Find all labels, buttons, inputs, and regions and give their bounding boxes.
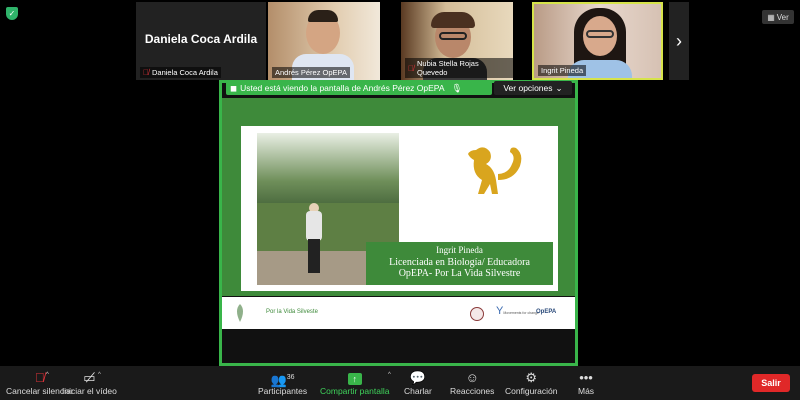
chat-bubble-icon: 💬 bbox=[409, 370, 427, 385]
chat-button[interactable]: 💬 Charlar bbox=[404, 369, 432, 396]
view-options-button[interactable]: Ver opciones ⌄ bbox=[494, 81, 572, 95]
university-seal-icon bbox=[470, 307, 484, 321]
view-button-label: Ver bbox=[776, 12, 789, 22]
settings-button[interactable]: ⚙ Configuración bbox=[505, 369, 557, 396]
audio-options-caret-icon[interactable]: ^ bbox=[46, 372, 49, 378]
participant-name-label: 🎙̸ Nubia Stella Rojas Quevedo bbox=[405, 58, 513, 78]
grid-icon: ▦ bbox=[767, 12, 775, 22]
mic-muted-icon: 🎙̸ bbox=[408, 63, 414, 73]
participant-hair bbox=[308, 10, 338, 22]
more-button[interactable]: ••• Más bbox=[578, 369, 594, 396]
leaf-logo-icon bbox=[237, 304, 243, 322]
photo-person-shirt bbox=[306, 211, 322, 241]
viewing-screen-icon: ◼ bbox=[230, 82, 238, 93]
share-options-caret-icon[interactable]: ^ bbox=[388, 372, 391, 378]
video-options-caret-icon[interactable]: ^ bbox=[98, 372, 101, 378]
participant-tile-andres[interactable]: Andrés Pérez OpEPA bbox=[268, 2, 380, 80]
caption-name: Ingrit Pineda bbox=[436, 245, 483, 255]
participant-name-label: Ingrit Pineda bbox=[538, 65, 587, 76]
screen-share-banner: ◼ Usted está viendo la pantalla de André… bbox=[226, 81, 492, 95]
next-participants-chevron-icon[interactable]: › bbox=[669, 2, 689, 80]
slide-footer-strip: Por la Vida Silveste YMovements for chan… bbox=[222, 297, 575, 329]
participant-tile-daniela[interactable]: Daniela Coca Ardila 🎙̸ Daniela Coca Ardil… bbox=[136, 2, 266, 80]
security-shield-icon[interactable]: ✓ bbox=[6, 7, 18, 20]
exit-meeting-button[interactable]: Salir bbox=[752, 374, 790, 392]
participant-tile-ingrit-active-speaker[interactable]: Ingrit Pineda bbox=[532, 2, 663, 80]
opepa-logo: OpEPA bbox=[536, 309, 557, 315]
footer-text: Por la Vida Silveste bbox=[266, 309, 318, 315]
participant-hair bbox=[431, 12, 475, 28]
photo-sky-trees bbox=[257, 133, 399, 213]
caption-role: Licenciada en Biología/ Educadora bbox=[389, 256, 530, 268]
meeting-toolbar: 🎙̸ Cancelar silenciar ^ ▭̸ Iniciar el ví… bbox=[0, 366, 800, 400]
mic-muted-icon: 🎙̸ bbox=[143, 68, 149, 77]
participant-display-name: Daniela Coca Ardila bbox=[144, 32, 258, 46]
video-off-icon: ▭̸ bbox=[83, 370, 96, 385]
reaction-emoji-icon: ☺ bbox=[465, 370, 479, 385]
gear-icon: ⚙ bbox=[525, 370, 538, 385]
start-video-button[interactable]: ▭̸ Iniciar el vídeo bbox=[62, 369, 117, 396]
movements-logo-icon: YMovements for change bbox=[496, 305, 539, 317]
more-dots-icon: ••• bbox=[579, 370, 593, 385]
photo-person-legs bbox=[308, 239, 320, 273]
participants-button[interactable]: 👥36 Participantes bbox=[258, 369, 307, 396]
participant-tile-nubia[interactable]: 🎙̸ Nubia Stella Rojas Quevedo bbox=[401, 2, 513, 80]
participant-name-label: 🎙̸ Daniela Coca Ardila bbox=[140, 67, 221, 78]
share-screen-button[interactable]: ↑ Compartir pantalla bbox=[320, 369, 389, 396]
banner-text: Usted está viendo la pantalla de Andrés … bbox=[240, 83, 445, 93]
slide-caption-box: Ingrit Pineda Licenciada en Biología/ Ed… bbox=[366, 242, 553, 285]
reactions-button[interactable]: ☺ Reacciones bbox=[450, 369, 494, 396]
share-screen-icon: ↑ bbox=[347, 373, 362, 385]
view-button[interactable]: ▦ Ver bbox=[762, 10, 794, 24]
mic-muted-icon: 🎙̸ bbox=[34, 370, 45, 385]
chevron-down-icon: ⌄ bbox=[555, 82, 563, 93]
monkey-logo-icon bbox=[468, 147, 522, 194]
caption-organization: OpEPA- Por La Vida Silvestre bbox=[398, 268, 521, 279]
speaker-mic-icon: 🎙 bbox=[451, 82, 463, 93]
participants-count: 36 bbox=[286, 374, 295, 381]
participant-glasses bbox=[439, 32, 467, 40]
participant-glasses bbox=[586, 30, 614, 38]
participant-name-label: Andrés Pérez OpEPA bbox=[272, 67, 350, 78]
